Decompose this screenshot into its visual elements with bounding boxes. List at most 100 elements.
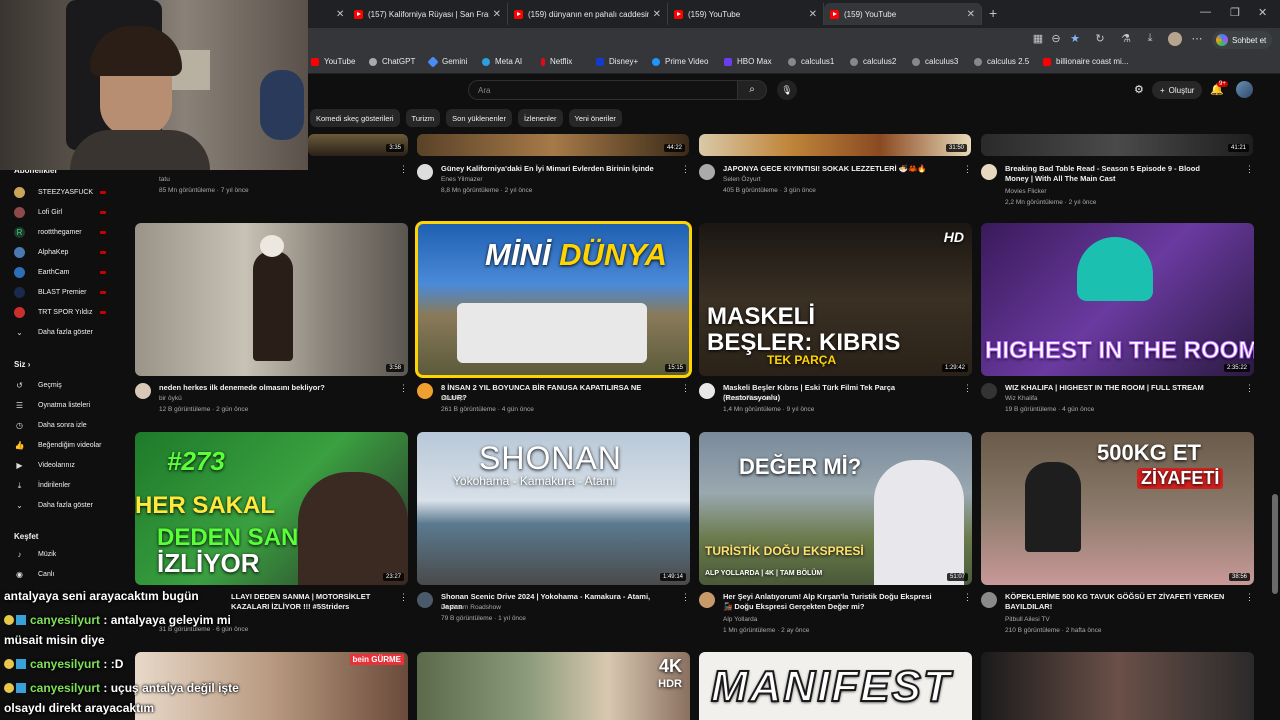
download-icon[interactable]: ⤓ [1143,32,1157,45]
channel-name[interactable]: bir öykü [159,395,182,402]
channel-name[interactable]: Enes Yilmazer [441,176,483,183]
channel-name[interactable]: Alp Yollarda [723,616,757,623]
bookmark-youtube[interactable]: YouTube [311,57,355,66]
bookmark-gemini[interactable]: Gemini [427,55,467,68]
channel-avatar[interactable] [417,592,433,608]
create-button[interactable]: + Oluştur [1152,81,1203,99]
video-thumbnail[interactable]: DEĞER Mİ? TURİSTİK DOĞU EKSPRESİ ALP YOL… [699,432,972,585]
menu-dots-icon[interactable]: ⋯ [1190,32,1204,45]
account-avatar[interactable] [1236,81,1253,98]
channel-name[interactable]: tatu [159,176,170,183]
cast-icon[interactable]: ⚙ [1134,83,1144,96]
channel-avatar[interactable] [981,592,997,608]
sidebar-sub-lofi[interactable]: Lofi Girl [14,205,124,219]
bookmark-chatgpt[interactable]: ChatGPT [369,57,415,66]
more-options-icon[interactable]: ⋮ [963,164,972,175]
video-title[interactable]: JAPONYA GECE KIYINTISI! SOKAK LEZZETLERİ… [723,164,943,174]
chip-comedy[interactable]: Komedi skeç gösterileri [310,109,400,127]
sidebar-item-your-videos[interactable]: ▶ Videolarınız [14,458,124,472]
channel-avatar[interactable] [699,592,715,608]
channel-name[interactable]: Selen Özyurt [723,176,761,183]
more-options-icon[interactable]: ⋮ [963,592,972,603]
profile-avatar[interactable] [1168,32,1182,46]
channel-avatar[interactable] [981,164,997,180]
browser-tab[interactable]: (159) YouTube ✕ [668,3,824,25]
bookmark-prime-video[interactable]: Prime Video [652,57,708,66]
chip-tourism[interactable]: Turizm [405,109,441,127]
sidebar-item-live[interactable]: ◉ Canlı [14,567,124,581]
channel-avatar[interactable] [699,383,715,399]
channel-name[interactable]: Movies Flicker [1005,188,1047,195]
video-thumbnail[interactable]: HD MASKELİ BEŞLER: KIBRIS TEK PARÇA 1:29… [699,223,972,376]
more-options-icon[interactable]: ⋮ [399,164,408,175]
video-thumbnail[interactable]: #273 HER SAKAL DEDEN SAN İZLİYOR 23:27 [135,432,408,585]
channel-name[interactable]: Bentropi [441,395,465,402]
sidebar-item-downloads[interactable]: ⤓ İndirilenler [14,478,124,492]
video-title[interactable]: KÖPEKLERİME 500 KG TAVUK GÖĞSÜ ET ZİYAFE… [1005,592,1225,612]
more-options-icon[interactable]: ⋮ [1245,164,1254,175]
screen-icon[interactable]: ▦ [1031,32,1045,45]
video-title[interactable]: WIZ KHALIFA | HIGHEST IN THE ROOM | FULL… [1005,383,1225,393]
channel-name[interactable]: Fanatik Film - Yerli [723,395,776,402]
sidebar-sub-steezy[interactable]: STEEZYASFUCK [14,185,124,199]
more-options-icon[interactable]: ⋮ [1245,592,1254,603]
sidebar-show-more-you[interactable]: ⌄ Daha fazla göster [14,498,124,512]
chip-new-to-you[interactable]: Yeni öneriler [568,109,622,127]
sidebar-sub-trtspor[interactable]: TRT SPOR Yıldız [14,305,124,319]
close-tab-icon[interactable]: ✕ [653,9,661,20]
video-thumbnail[interactable]: SHONAN Yokohama - Kamakura - Atami 1:49:… [417,432,690,585]
more-options-icon[interactable]: ⋮ [681,164,690,175]
chip-watched[interactable]: İzlenenler [517,109,563,127]
sidebar-item-playlists[interactable]: ☰ Oynatma listeleri [14,398,124,412]
bookmark-calculus25[interactable]: calculus 2.5 [974,57,1029,66]
video-title[interactable]: LLAYI DEDEN SANMA | MOTORSİKLET KAZALARI… [231,592,406,612]
zoom-icon[interactable]: ⊖ [1049,32,1063,45]
video-thumbnail[interactable]: 3:35 [308,134,408,156]
more-options-icon[interactable]: ⋮ [1245,383,1254,394]
channel-name[interactable]: Pitbull Ailesi TV [1005,616,1050,623]
scrollbar-thumb[interactable] [1272,494,1278,594]
you-heading[interactable]: Siz › [14,360,30,369]
favorite-star-icon[interactable]: ★ [1068,32,1082,45]
minimize-icon[interactable]: — [1200,6,1211,18]
sidebar-sub-rootthegamer[interactable]: Rroottthegamer [14,225,124,239]
new-tab-icon[interactable]: + [989,5,997,21]
chip-recently-uploaded[interactable]: Son yüklenenler [446,109,512,127]
close-tab-icon[interactable]: ✕ [809,9,817,20]
bookmark-hbo-max[interactable]: HBO Max [724,57,772,66]
sidebar-sub-alphakep[interactable]: AlphaKep [14,245,124,259]
browser-tab[interactable]: (159) dünyanın en pahalı caddesin ✕ [508,3,668,25]
channel-avatar[interactable] [981,383,997,399]
bookmark-calculus3[interactable]: calculus3 [912,57,958,66]
close-tab-icon[interactable]: ✕ [493,9,501,20]
bookmark-calculus2[interactable]: calculus2 [850,57,896,66]
close-tab-icon[interactable]: ✕ [967,9,975,20]
more-options-icon[interactable]: ⋮ [963,383,972,394]
search-input[interactable]: Ara [468,80,738,100]
maximize-icon[interactable]: ❐ [1230,6,1240,19]
voice-search-button[interactable]: 🎙 [777,80,797,100]
channel-avatar[interactable] [417,164,433,180]
search-button[interactable]: ⌕ [737,80,767,100]
refresh-icon[interactable]: ↻ [1093,32,1107,45]
channel-name[interactable]: Dashcam Roadshow [441,604,501,611]
bookmark-disney[interactable]: Disney+ [596,57,638,66]
video-title[interactable]: Her Şeyi Anlatıyorum! Alp Kırşan'la Turi… [723,592,943,612]
video-thumbnail[interactable]: 31:50 [699,134,971,156]
sidebar-item-watch-later[interactable]: ◷ Daha sonra izle [14,418,124,432]
sidebar-item-music[interactable]: ♪ Müzik [14,547,124,561]
bookmark-calculus1[interactable]: calculus1 [788,57,834,66]
channel-avatar[interactable] [699,164,715,180]
video-thumbnail[interactable]: MANIFEST [699,652,972,720]
browser-tab-active[interactable]: (159) YouTube ✕ [824,3,982,25]
extensions-icon[interactable]: ⚗ [1119,32,1133,45]
sidebar-item-history[interactable]: ↺ Geçmiş [14,378,124,392]
video-title[interactable]: Breaking Bad Table Read - Season 5 Episo… [1005,164,1225,184]
video-thumbnail-selected[interactable]: MİNİ DÜNYA 15:15 [415,221,692,378]
bookmark-billionaire[interactable]: billionaire coast mi... [1043,57,1128,66]
close-window-icon[interactable]: ✕ [1258,6,1267,19]
bookmark-netflix[interactable]: Netflix [541,57,572,66]
video-thumbnail[interactable]: HIGHEST IN THE ROOM 2:35:22 [981,223,1254,376]
video-thumbnail[interactable]: 44:22 [417,134,689,156]
more-options-icon[interactable]: ⋮ [681,383,690,394]
